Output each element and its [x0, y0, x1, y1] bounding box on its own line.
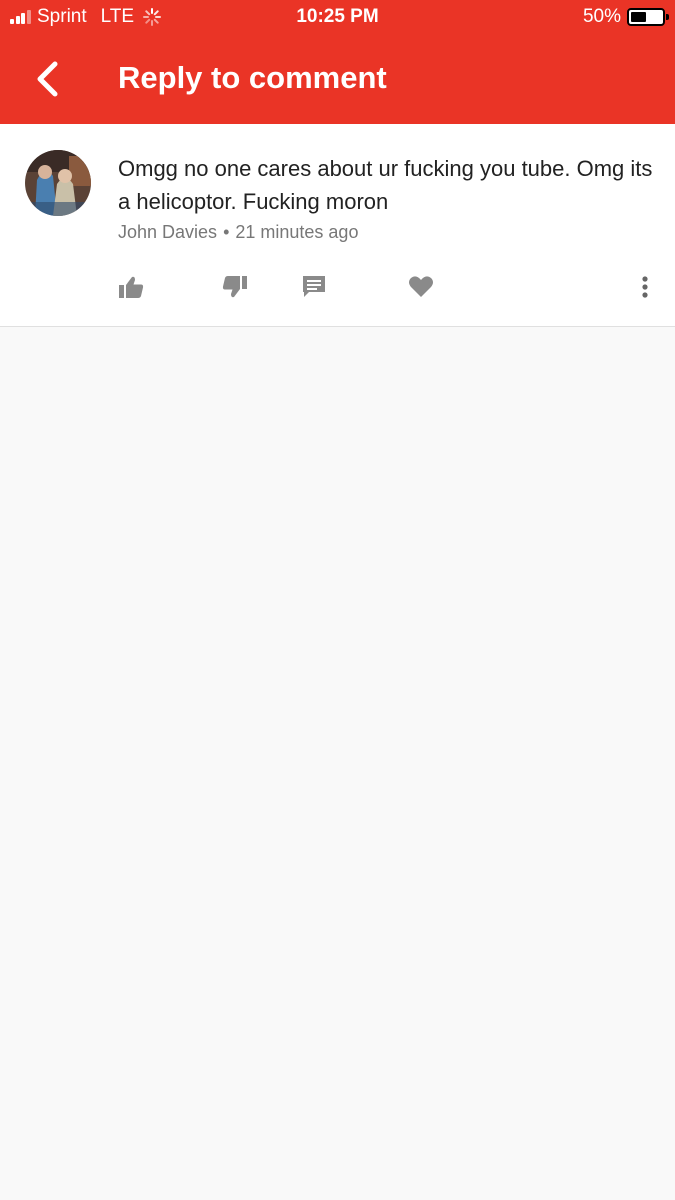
more-options-button[interactable] — [630, 272, 660, 302]
comment-time: 21 minutes ago — [235, 222, 359, 242]
replies-area — [0, 328, 675, 1200]
meta-separator: • — [223, 222, 230, 242]
battery-icon — [627, 8, 669, 26]
author-name[interactable]: John Davies — [118, 222, 217, 242]
chevron-left-icon — [37, 61, 58, 97]
comment-meta: John Davies • 21 minutes ago — [118, 222, 358, 243]
battery-percent: 50% — [582, 6, 621, 27]
page-title: Reply to comment — [118, 60, 387, 95]
reply-button[interactable] — [299, 272, 329, 302]
status-bar: Sprint LTE 10:25 PM 50% — [0, 0, 675, 34]
thumb-down-icon — [222, 276, 247, 298]
more-vertical-icon — [642, 276, 648, 298]
avatar-image — [25, 150, 91, 216]
screen: Sprint LTE 10:25 PM 50% Reply to comment… — [0, 0, 675, 1200]
app-bar: Reply to comment — [0, 34, 675, 124]
thumb-up-icon — [119, 276, 144, 298]
comment-card: Omgg no one cares about ur fucking you t… — [0, 124, 675, 327]
avatar[interactable] — [25, 150, 91, 216]
comment-text: Omgg no one cares about ur fucking you t… — [118, 156, 653, 214]
header: Sprint LTE 10:25 PM 50% Reply to comment — [0, 0, 675, 124]
comment-icon — [303, 276, 325, 297]
dislike-button[interactable] — [220, 272, 250, 302]
like-button[interactable] — [116, 272, 146, 302]
status-right: 50% — [582, 6, 669, 28]
status-time: 10:25 PM — [296, 6, 379, 27]
heart-icon — [409, 276, 433, 297]
back-button[interactable] — [24, 56, 70, 102]
battery-fill — [631, 12, 646, 22]
heart-button[interactable] — [406, 272, 436, 302]
